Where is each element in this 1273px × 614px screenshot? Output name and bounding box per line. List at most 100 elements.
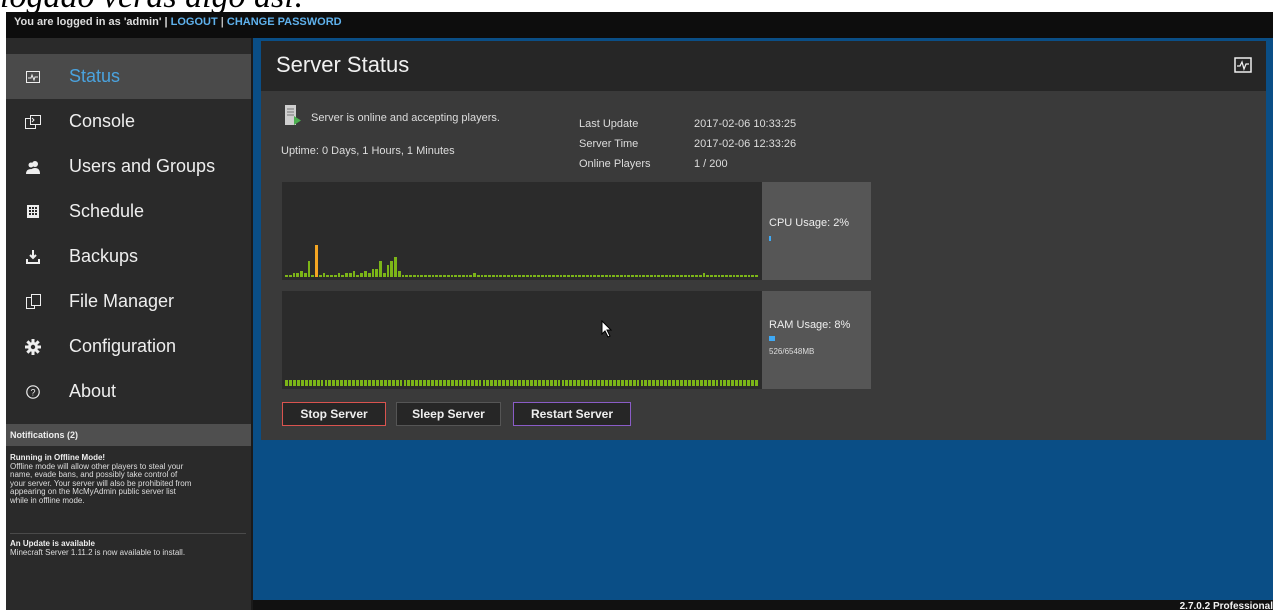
graph-bar (727, 380, 731, 386)
graph-bar (661, 275, 664, 277)
graph-bar (715, 380, 719, 386)
logout-link[interactable]: LOGOUT (171, 16, 218, 28)
graph-bar (544, 275, 548, 277)
sidebar-item-label: File Manager (69, 291, 175, 311)
graph-bar (557, 380, 561, 386)
graph-bar (394, 257, 397, 277)
graph-bar (725, 275, 728, 277)
graph-bar (454, 275, 458, 277)
graph-bar (695, 380, 699, 386)
graph-bar (300, 380, 304, 386)
sidebar-item-about[interactable]: ? About (6, 369, 251, 414)
server-status-text: Server is online and accepting players. (311, 112, 500, 124)
online-players-value: 1 / 200 (694, 158, 728, 170)
graph-bar (391, 380, 395, 386)
graph-bar (465, 275, 469, 277)
graph-bar (461, 275, 465, 277)
graph-bar (736, 275, 740, 277)
sleep-server-button[interactable]: Sleep Server (396, 402, 501, 426)
graph-bar (601, 380, 604, 386)
notification-offline-mode: Running in Offline Mode! Offline mode wi… (10, 453, 246, 506)
graph-bar (548, 275, 552, 277)
graph-bar (303, 273, 307, 277)
stop-server-button[interactable]: Stop Server (282, 402, 386, 426)
sidebar-item-backups[interactable]: Backups (6, 234, 251, 279)
graph-bar (352, 271, 356, 277)
graph-bar (597, 380, 600, 386)
graph-bar (713, 275, 717, 277)
graph-bar (646, 275, 649, 277)
graph-bar (620, 380, 624, 386)
sidebar-item-file-manager[interactable]: File Manager (6, 279, 251, 324)
sidebar-item-configuration[interactable]: Configuration (6, 324, 251, 369)
graph-bar (300, 271, 303, 277)
uptime-text: Uptime: 0 Days, 1 Hours, 1 Minutes (281, 145, 455, 157)
notification-line: Minecraft Server 1.11.2 is now available… (10, 547, 186, 557)
graph-bar (322, 273, 326, 277)
graph-bar (699, 380, 703, 386)
graph-bar (506, 275, 510, 277)
graph-bar (427, 380, 431, 386)
graph-bar (589, 380, 593, 386)
sidebar-item-status[interactable]: Status (6, 54, 251, 99)
graph-bar (304, 380, 308, 386)
sidebar-item-label: About (69, 381, 117, 401)
graph-bar (382, 273, 386, 277)
cpu-usage-panel: CPU Usage: 2% (762, 182, 871, 280)
graph-bar (443, 275, 446, 277)
graph-bar (623, 275, 627, 277)
graph-bar (446, 275, 450, 277)
graph-bar (577, 380, 581, 386)
graph-bar (537, 275, 540, 277)
graph-bar (589, 275, 593, 277)
graph-bar (514, 275, 518, 277)
graph-bar (751, 380, 755, 386)
graph-bar (490, 380, 494, 386)
graph-bar (604, 275, 608, 277)
graph-bar (458, 275, 461, 277)
graph-bar (533, 380, 537, 386)
graph-bar (525, 275, 529, 277)
graph-bar (565, 380, 569, 386)
graph-bar (702, 273, 706, 277)
graph-bar (458, 380, 462, 386)
ram-usage-meter (769, 336, 775, 341)
graph-bar (412, 275, 416, 277)
sidebar-item-schedule[interactable]: Schedule (6, 189, 251, 234)
graph-bar (315, 245, 318, 277)
graph-bar (330, 275, 333, 277)
sidebar-item-users-and-groups[interactable]: Users and Groups (6, 144, 251, 189)
server-online-icon (285, 105, 301, 127)
graph-bar (503, 275, 506, 277)
sidebar-item-console[interactable]: Console (6, 99, 251, 144)
graph-bar (540, 275, 544, 277)
graph-bar (567, 275, 570, 277)
graph-bar (403, 380, 407, 386)
graph-bar (549, 380, 553, 386)
graph-bar (676, 275, 679, 277)
graph-bar (296, 380, 300, 386)
graph-bar (375, 380, 379, 386)
graph-bar (695, 275, 698, 277)
file-manager-icon (21, 292, 45, 312)
restart-server-button[interactable]: Restart Server (513, 402, 631, 426)
graph-bar (466, 380, 470, 386)
graph-bar (628, 380, 632, 386)
graph-bar (480, 275, 484, 277)
graph-bar (454, 380, 458, 386)
notification-divider (10, 533, 246, 534)
graph-bar (491, 275, 495, 277)
graph-bar (747, 380, 751, 386)
graph-bar (636, 380, 640, 386)
graph-bar (631, 275, 634, 277)
graph-bar (308, 380, 312, 386)
graph-bar (427, 275, 431, 277)
graph-bar (416, 275, 420, 277)
graph-bar (574, 275, 578, 277)
graph-bar (597, 275, 600, 277)
graph-bar (680, 275, 683, 277)
change-password-link[interactable]: CHANGE PASSWORD (227, 16, 342, 28)
graph-bar (612, 380, 616, 386)
ram-detail: 526/6548MB (769, 347, 815, 356)
notifications-header[interactable]: Notifications (2) (6, 424, 251, 446)
